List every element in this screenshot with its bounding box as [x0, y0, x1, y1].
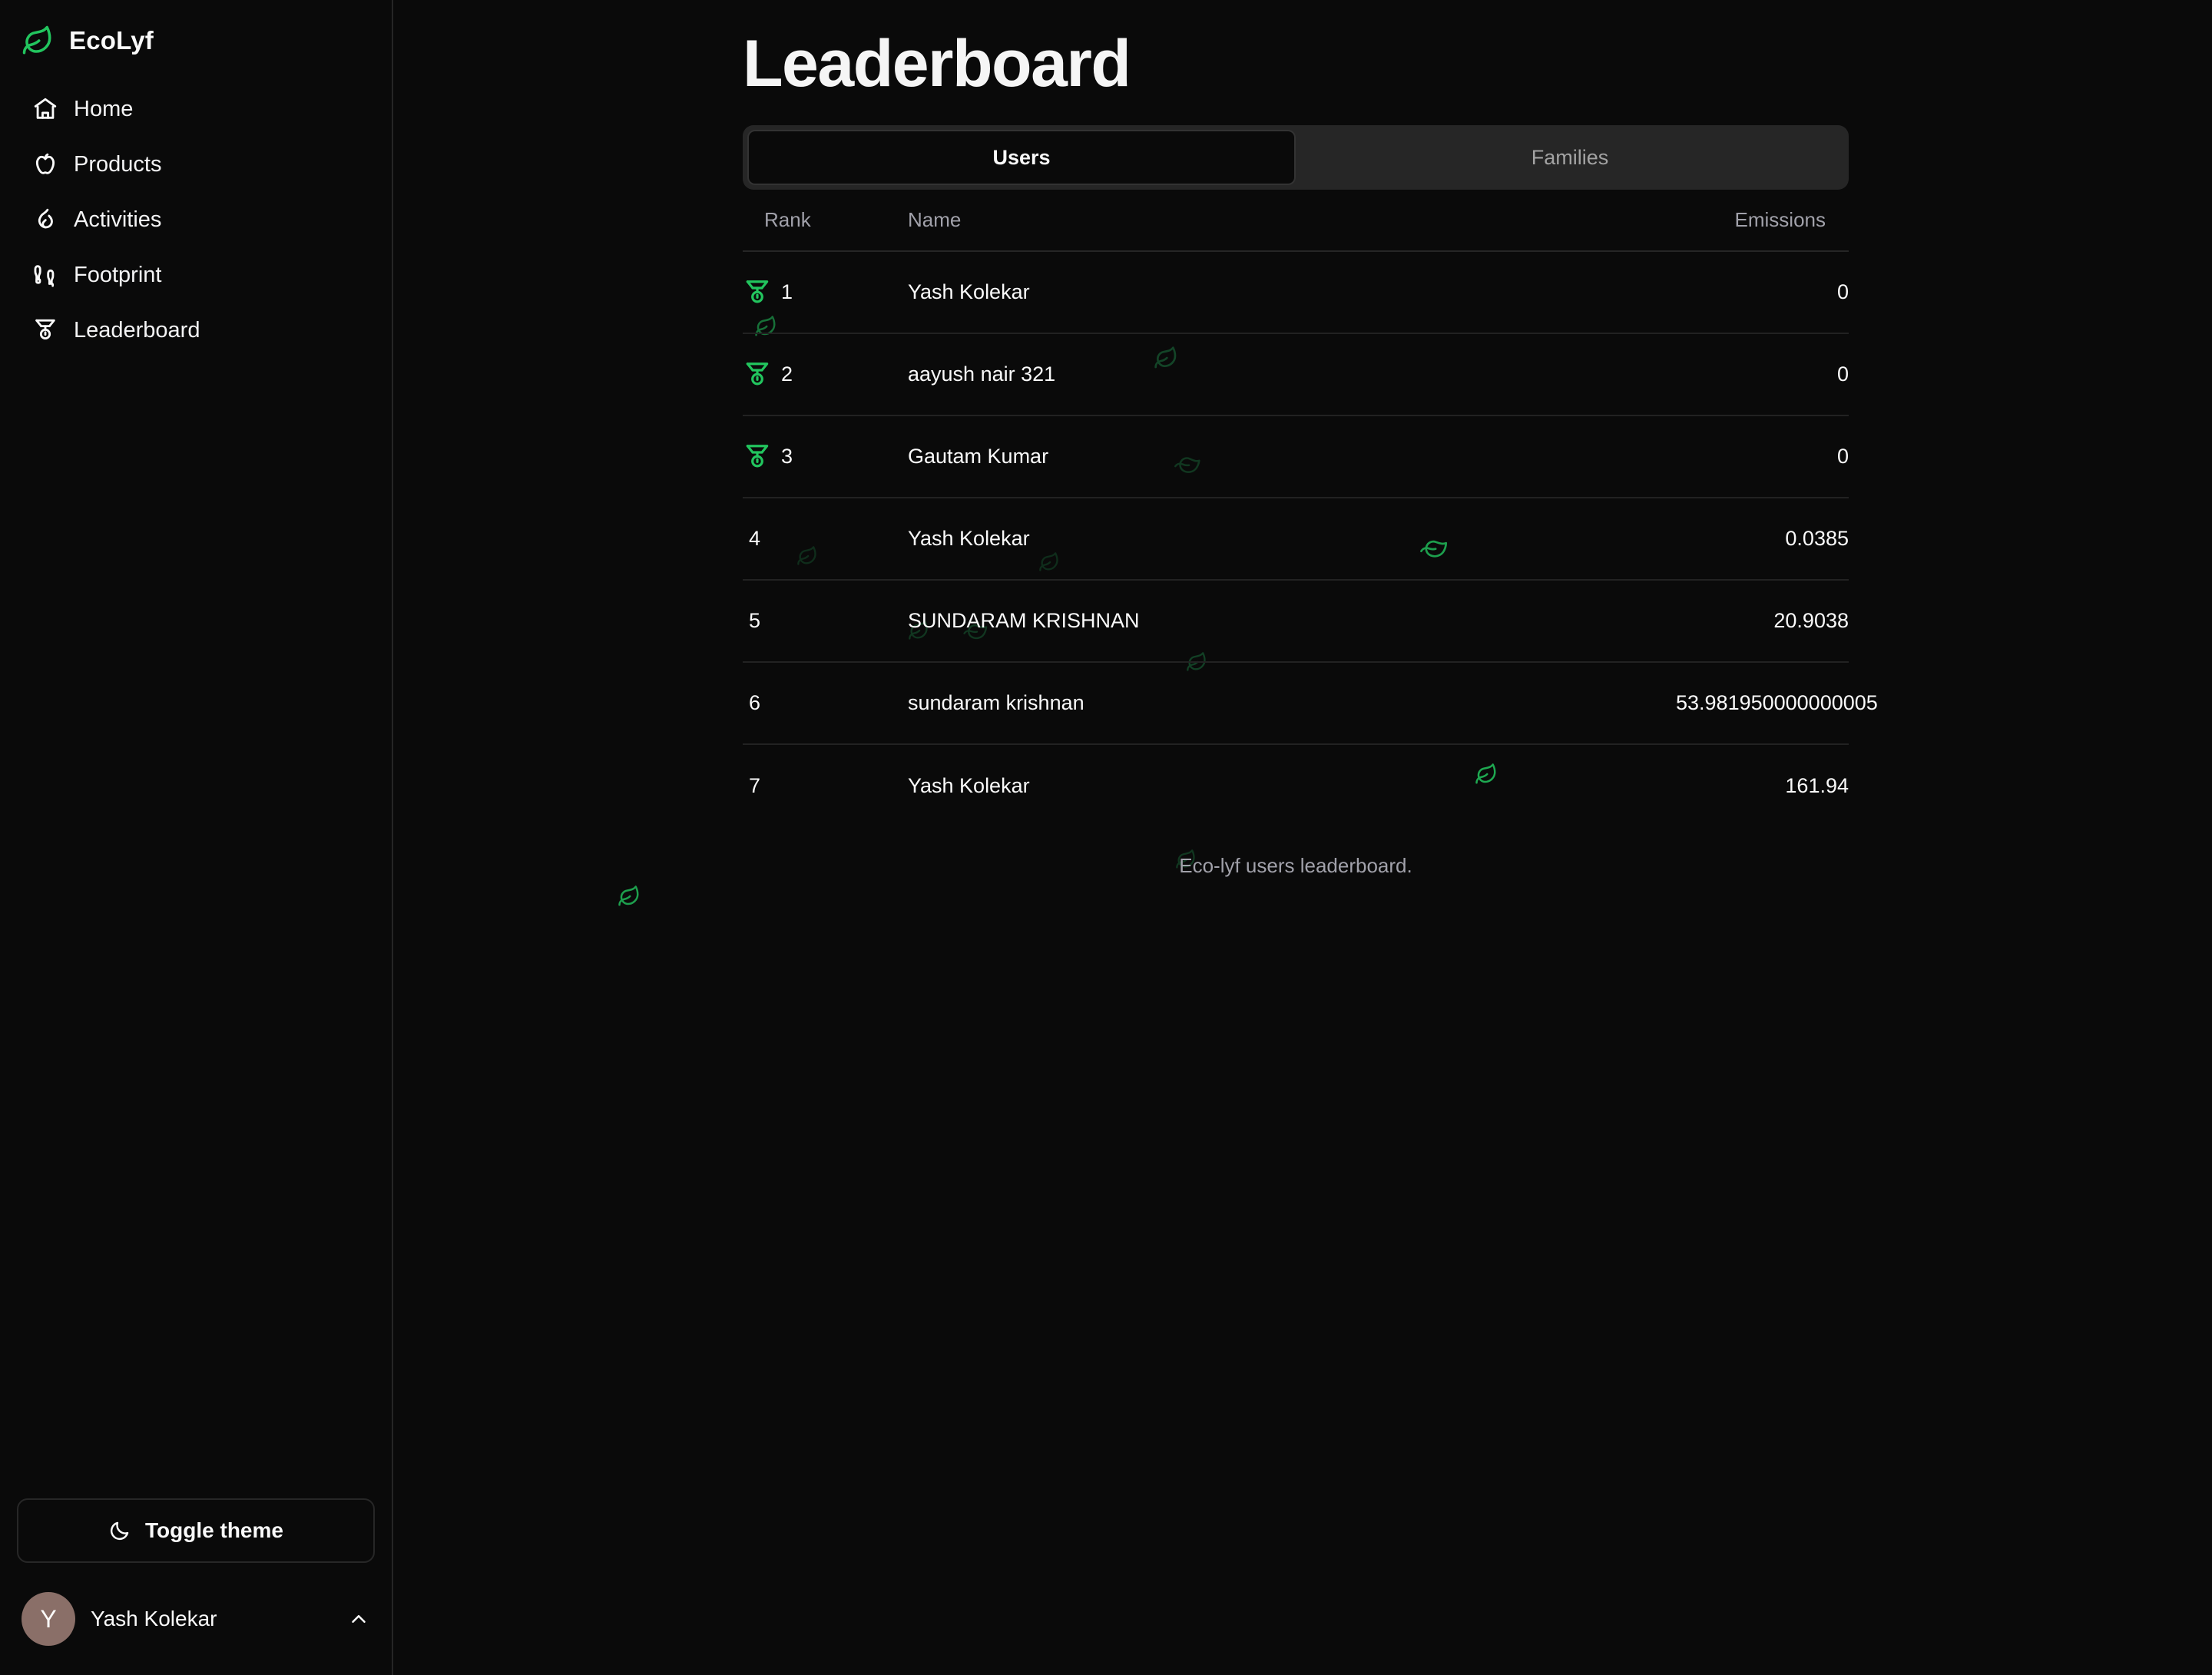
cell-name: SUNDARAM KRISHNAN [908, 580, 1676, 663]
cell-rank: 6 [743, 662, 908, 745]
sidebar-nav: Home Products Activities Footprint Leade… [0, 81, 392, 358]
cell-rank: 3 [743, 415, 908, 498]
cell-emissions: 0.0385 [1676, 498, 1849, 581]
leaderboard-table: Rank Name Emissions 1 Yash Kolekar 0 2 a… [743, 207, 1878, 826]
sidebar-item-leaderboard[interactable]: Leaderboard [11, 303, 381, 358]
rank-wrap: 1 [743, 278, 908, 307]
cell-name: Gautam Kumar [908, 415, 1676, 498]
page-content: Leaderboard Users Families Rank Name Emi… [393, 0, 2212, 878]
chevron-up-icon[interactable] [347, 1607, 370, 1630]
tab-label: Users [992, 145, 1051, 169]
table-caption: Eco-lyf users leaderboard. [1179, 854, 1412, 877]
column-header-name: Name [908, 208, 962, 231]
sidebar-item-label: Activities [74, 207, 162, 232]
toggle-theme-label: Toggle theme [145, 1518, 283, 1542]
table-body: 1 Yash Kolekar 0 2 aayush nair 321 0 3 G… [743, 251, 1878, 826]
brand[interactable]: EcoLyf [0, 0, 392, 65]
sidebar-item-products[interactable]: Products [11, 137, 381, 192]
leaderboard-tabs: Users Families [743, 125, 1849, 190]
user-menu-button[interactable]: Y Yash Kolekar [17, 1586, 375, 1652]
tab-families[interactable]: Families [1296, 130, 1844, 185]
cell-rank: 2 [743, 333, 908, 416]
avatar-initial: Y [40, 1604, 57, 1633]
column-header-emissions: Emissions [1734, 208, 1826, 231]
cell-rank: 1 [743, 251, 908, 334]
medal-icon [35, 319, 55, 340]
sidebar-item-label: Products [74, 151, 162, 177]
table-row: 5 SUNDARAM KRISHNAN 20.9038 [743, 580, 1849, 663]
sidebar-item-footprint[interactable]: Footprint [11, 247, 381, 303]
rank-wrap: 6 [743, 691, 908, 715]
rank-number: 7 [749, 773, 761, 797]
toggle-theme-button[interactable]: Toggle theme [17, 1498, 375, 1563]
tab-users[interactable]: Users [747, 130, 1296, 185]
rank-wrap: 5 [743, 609, 908, 633]
cell-name: aayush nair 321 [908, 333, 1676, 416]
cell-rank: 7 [743, 744, 908, 826]
cell-emissions: 20.9038 [1676, 580, 1849, 663]
user-name: Yash Kolekar [91, 1607, 217, 1630]
cell-name: Yash Kolekar [908, 498, 1676, 581]
medal-icon [746, 362, 769, 385]
table-row: 4 Yash Kolekar 0.0385 [743, 498, 1849, 581]
table-row: 2 aayush nair 321 0 [743, 333, 1849, 416]
rank-number: 2 [781, 362, 793, 386]
cell-name: sundaram krishnan [908, 662, 1676, 745]
rank-number: 5 [749, 609, 761, 632]
cell-emissions: 0 [1676, 415, 1849, 498]
rank-number: 6 [749, 691, 761, 714]
brand-name: EcoLyf [69, 26, 154, 55]
sidebar-item-activities[interactable]: Activities [11, 192, 381, 247]
sidebar-footer: Toggle theme Y Yash Kolekar [0, 1498, 392, 1675]
cell-name: Yash Kolekar [908, 773, 1030, 797]
rank-number: 1 [781, 280, 793, 303]
leaf-icon [22, 25, 51, 55]
footprints-icon [34, 265, 55, 287]
sidebar-item-label: Home [74, 96, 134, 121]
cell-rank: 4 [743, 498, 908, 581]
tab-label: Families [1531, 145, 1609, 169]
cell-emissions: 0 [1676, 333, 1849, 416]
app-root: EcoLyf Home Products Activities Footprin… [0, 0, 2212, 1675]
avatar: Y [22, 1592, 75, 1646]
column-header-rank: Rank [764, 208, 811, 231]
rank-wrap: 2 [743, 360, 908, 389]
table-header-row: Rank Name Emissions [743, 207, 1849, 251]
table-row: 1 Yash Kolekar 0 [743, 251, 1849, 334]
table-row: 6 sundaram krishnan 53.981950000000005 [743, 662, 1878, 745]
medal-icon [746, 280, 769, 303]
flame-icon [38, 208, 53, 229]
house-icon [34, 98, 57, 119]
moon-icon [110, 1521, 129, 1541]
medal-icon [746, 444, 769, 467]
cell-emissions: 161.94 [1785, 773, 1849, 797]
leaderboard-panel: Users Families Rank Name Emissions 1 Yas… [743, 125, 1878, 878]
table-head: Rank Name Emissions [743, 207, 1849, 251]
table-row: 7 Yash Kolekar 161.94 [743, 744, 1849, 826]
main-content: Leaderboard Users Families Rank Name Emi… [393, 0, 2212, 1675]
cell-rank: 5 [743, 580, 908, 663]
sidebar-item-home[interactable]: Home [11, 81, 381, 137]
rank-wrap: 4 [743, 527, 908, 551]
sidebar: EcoLyf Home Products Activities Footprin… [0, 0, 393, 1675]
sidebar-item-label: Footprint [74, 262, 162, 287]
apple-icon [35, 153, 55, 174]
table-row: 3 Gautam Kumar 0 [743, 415, 1849, 498]
cell-emissions: 53.981950000000005 [1676, 662, 1878, 745]
rank-wrap: 3 [743, 442, 908, 472]
cell-emissions: 0 [1676, 251, 1849, 334]
leaf-icon [618, 885, 639, 906]
rank-number: 3 [781, 445, 793, 468]
page-title: Leaderboard [743, 27, 1131, 101]
cell-name: Yash Kolekar [908, 251, 1676, 334]
rank-number: 4 [749, 527, 761, 550]
rank-wrap: 7 [743, 774, 908, 798]
sidebar-item-label: Leaderboard [74, 317, 200, 343]
